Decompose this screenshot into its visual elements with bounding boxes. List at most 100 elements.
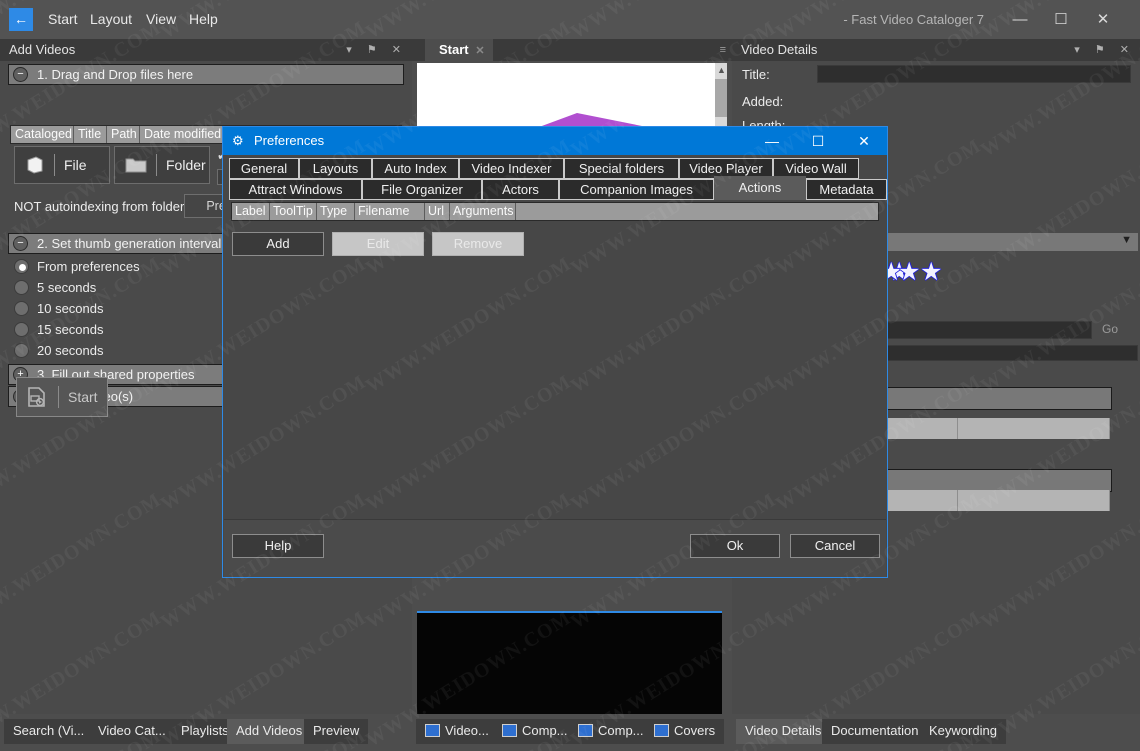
- bottom-tab-companion-2[interactable]: Comp...: [569, 719, 653, 744]
- interval-label: 15 seconds: [37, 322, 104, 337]
- divider: [54, 154, 55, 176]
- bottom-tab-add-videos[interactable]: Add Videos: [227, 719, 311, 744]
- maximize-button[interactable]: ☐: [1046, 7, 1076, 32]
- dialog-maximize-button[interactable]: ☐: [795, 127, 841, 155]
- column-cataloged[interactable]: Cataloged: [11, 126, 74, 143]
- add-file-label: File: [64, 157, 87, 173]
- minimize-button[interactable]: —: [1005, 7, 1035, 32]
- add-file-button[interactable]: File: [14, 146, 110, 184]
- interval-option-5-seconds[interactable]: 5 seconds: [13, 280, 96, 296]
- cancel-button[interactable]: Cancel: [790, 534, 880, 558]
- column-path[interactable]: Path: [107, 126, 140, 143]
- bottom-tab-bar: Search (Vi... Video Cat... Playlists Add…: [0, 714, 1140, 751]
- section-drag-drop-label: 1. Drag and Drop files here: [37, 67, 193, 82]
- close-icon[interactable]: ✕: [475, 41, 484, 62]
- tab-general[interactable]: General: [229, 158, 299, 179]
- bottom-tab-documentation[interactable]: Documentation: [822, 719, 927, 744]
- interval-option-10-seconds[interactable]: 10 seconds: [13, 301, 104, 317]
- add-action-button[interactable]: Add: [232, 232, 324, 256]
- interval-label: 5 seconds: [37, 280, 96, 295]
- bottom-tab-video[interactable]: Video...: [416, 719, 498, 744]
- dock-controls[interactable]: ▾ ⚑ ✕: [1074, 43, 1135, 56]
- scroll-up-icon[interactable]: ▲: [717, 65, 726, 75]
- dock-controls[interactable]: ▾ ⚑ ✕: [346, 43, 407, 56]
- menu-start[interactable]: Start: [48, 11, 78, 27]
- folder-icon: [125, 156, 147, 174]
- back-arrow-icon[interactable]: ←: [9, 8, 33, 31]
- tab-overflow-menu-icon[interactable]: ≡: [720, 44, 726, 56]
- column-filename[interactable]: Filename: [355, 203, 425, 220]
- column-date-modified[interactable]: Date modified: [140, 126, 229, 143]
- title-input[interactable]: [817, 65, 1131, 83]
- go-button[interactable]: Go: [1102, 322, 1118, 336]
- column-tooltip[interactable]: ToolTip: [270, 203, 317, 220]
- section-drag-drop[interactable]: − 1. Drag and Drop files here: [8, 64, 404, 85]
- image-icon: [654, 724, 669, 737]
- help-button[interactable]: Help: [232, 534, 324, 558]
- app-title: - Fast Video Cataloger 7: [843, 12, 984, 27]
- start-index-label: Start: [68, 389, 98, 405]
- interval-option-15-seconds[interactable]: 15 seconds: [13, 322, 104, 338]
- preferences-dialog: ⚙ Preferences — ☐ ✕ General Layouts Auto…: [222, 126, 888, 578]
- title-field-label: Title:: [742, 67, 770, 82]
- preferences-title-bar[interactable]: ⚙ Preferences — ☐ ✕: [223, 127, 887, 155]
- tab-actors[interactable]: Actors: [482, 179, 559, 200]
- rating-star-4[interactable]: ★: [898, 257, 920, 287]
- tab-companion-images[interactable]: Companion Images: [559, 179, 714, 200]
- index-video-icon: [25, 385, 49, 409]
- rating-star-5[interactable]: ★: [920, 257, 942, 287]
- column-type[interactable]: Type: [317, 203, 355, 220]
- dialog-close-button[interactable]: ✕: [841, 127, 887, 155]
- collapse-toggle-icon[interactable]: −: [13, 236, 28, 251]
- properties-cell-value[interactable]: [958, 490, 1110, 511]
- tab-actions[interactable]: Actions: [714, 176, 806, 200]
- bottom-tab-video-cat[interactable]: Video Cat...: [89, 719, 175, 744]
- bottom-tab-video-details[interactable]: Video Details: [736, 719, 830, 744]
- image-icon: [502, 724, 517, 737]
- interval-label: 10 seconds: [37, 301, 104, 316]
- categories-cell-value[interactable]: [958, 418, 1110, 439]
- close-button[interactable]: ✕: [1088, 7, 1118, 32]
- interval-option-from-preferences[interactable]: From preferences: [13, 259, 140, 275]
- start-index-button[interactable]: Start: [16, 377, 108, 417]
- dialog-minimize-button[interactable]: —: [749, 127, 795, 155]
- collapse-toggle-icon[interactable]: −: [13, 67, 28, 82]
- add-videos-title: Add Videos: [9, 42, 75, 57]
- column-arguments[interactable]: Arguments: [450, 203, 516, 220]
- bottom-tab-preview[interactable]: Preview: [304, 719, 368, 744]
- add-folder-button[interactable]: Folder: [114, 146, 210, 184]
- tab-special-folders[interactable]: Special folders: [564, 158, 679, 179]
- chevron-down-icon[interactable]: ▼: [1121, 234, 1132, 246]
- file-icon: [25, 155, 45, 175]
- bottom-tab-companion-1[interactable]: Comp...: [493, 719, 577, 744]
- menu-view[interactable]: View: [146, 11, 176, 27]
- tab-file-organizer[interactable]: File Organizer: [362, 179, 482, 200]
- edit-action-button[interactable]: Edit: [332, 232, 424, 256]
- tab-layouts[interactable]: Layouts: [299, 158, 372, 179]
- radio-icon: [14, 259, 29, 274]
- interval-option-20-seconds[interactable]: 20 seconds: [13, 343, 104, 359]
- bottom-tab-video-label: Video...: [445, 723, 489, 738]
- menu-help[interactable]: Help: [189, 11, 218, 27]
- dialog-footer: Help Ok Cancel: [224, 519, 886, 577]
- tab-attract-windows[interactable]: Attract Windows: [229, 179, 362, 200]
- tab-video-indexer[interactable]: Video Indexer: [459, 158, 564, 179]
- bottom-tab-keywording[interactable]: Keywording: [920, 719, 1006, 744]
- section-thumb-interval[interactable]: − 2. Set thumb generation interval: [8, 233, 226, 254]
- actions-list[interactable]: [231, 221, 879, 239]
- column-title[interactable]: Title: [74, 126, 107, 143]
- menu-layout[interactable]: Layout: [90, 11, 132, 27]
- radio-icon: [14, 343, 29, 358]
- bottom-tab-covers[interactable]: Covers: [645, 719, 724, 744]
- tab-start[interactable]: Start ✕: [425, 39, 493, 61]
- tab-auto-index[interactable]: Auto Index: [372, 158, 459, 179]
- bottom-tab-search[interactable]: Search (Vi...: [4, 719, 93, 744]
- bottom-tab-companion-2-label: Comp...: [598, 723, 644, 738]
- column-url[interactable]: Url: [425, 203, 450, 220]
- tab-metadata[interactable]: Metadata: [806, 179, 887, 200]
- tab-start-label: Start: [439, 42, 469, 57]
- column-label[interactable]: Label: [232, 203, 270, 220]
- ok-button[interactable]: Ok: [690, 534, 780, 558]
- scrollbar-thumb[interactable]: [715, 79, 727, 117]
- remove-action-button[interactable]: Remove: [432, 232, 524, 256]
